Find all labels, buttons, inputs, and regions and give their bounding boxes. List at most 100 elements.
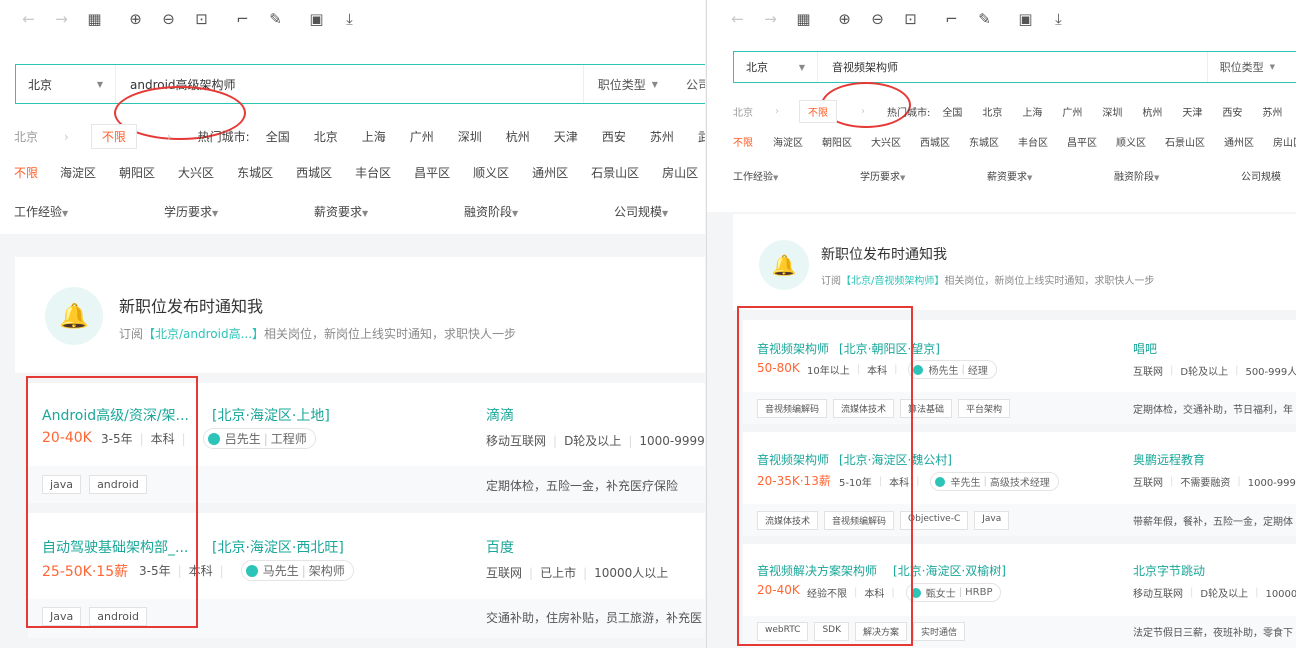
district-option[interactable]: 丰台区 bbox=[355, 164, 391, 181]
job-card[interactable]: 自动驾驶基础架构部_... [北京·海淀区·西北旺] 25-50K·15薪 3-… bbox=[28, 513, 705, 638]
download-icon[interactable]: ⤓ bbox=[1042, 7, 1075, 31]
job-card[interactable]: 音视频架构师 [北京·朝阳区·望京] 50-80K 10年以上 | 本科 | 杨先生… bbox=[743, 320, 1296, 424]
district-option[interactable]: 西城区 bbox=[920, 134, 950, 149]
recruiter-badge[interactable]: 杨先生 | 经理 bbox=[908, 360, 997, 379]
district-option[interactable]: 顺义区 bbox=[1116, 134, 1146, 149]
recruiter-badge[interactable]: 马先生 | 架构师 bbox=[240, 560, 354, 581]
job-card[interactable]: 音视频解决方案架构师 [北京·海淀区·双榆树] 20-40K 经验不限 | 本科 |… bbox=[743, 544, 1296, 648]
search-input[interactable]: android高级架构师 bbox=[116, 76, 583, 93]
company-name[interactable]: 百度 bbox=[486, 537, 514, 557]
district-option[interactable]: 东城区 bbox=[237, 164, 273, 181]
district-option[interactable]: 丰台区 bbox=[1018, 134, 1048, 149]
search-input[interactable]: 音视频架构师 bbox=[818, 59, 1207, 75]
district-option[interactable]: 海淀区 bbox=[773, 134, 803, 149]
back-icon[interactable]: ← bbox=[721, 7, 754, 31]
zoom-in-icon[interactable]: ⊕ bbox=[119, 7, 152, 31]
crop-icon[interactable]: ⌐ bbox=[226, 7, 259, 31]
job-type-select[interactable]: 职位类型 ▼ bbox=[582, 65, 672, 103]
hot-city[interactable]: 广州 bbox=[1062, 104, 1082, 119]
download-icon[interactable]: ⤓ bbox=[333, 7, 366, 31]
job-type-select[interactable]: 职位类型 ▼ bbox=[1206, 52, 1287, 82]
company-name[interactable]: 滴滴 bbox=[486, 405, 514, 425]
recruiter-badge[interactable]: 辛先生 | 高级技术经理 bbox=[930, 472, 1059, 491]
hot-city[interactable]: 武汉 bbox=[698, 128, 705, 145]
zoom-out-icon[interactable]: ⊖ bbox=[861, 7, 894, 31]
apps-grid-icon[interactable]: ▦ bbox=[787, 7, 820, 31]
district-option[interactable]: 石景山区 bbox=[591, 164, 639, 181]
funding-dropdown[interactable]: 融资阶段▼ bbox=[464, 203, 614, 220]
funding-dropdown[interactable]: 融资阶段▼ bbox=[1114, 168, 1241, 183]
district-option[interactable]: 房山区 bbox=[1273, 134, 1296, 149]
district-option-unlimited[interactable]: 不限 bbox=[14, 164, 38, 181]
job-card[interactable]: 音视频架构师 [北京·海淀区·魏公村] 20-35K·13薪 5-10年 | 本科… bbox=[743, 432, 1296, 536]
hot-city[interactable]: 杭州 bbox=[506, 128, 530, 145]
hot-city[interactable]: 西安 bbox=[602, 128, 626, 145]
apps-grid-icon[interactable]: ▦ bbox=[78, 7, 111, 31]
qr-icon[interactable]: ▣ bbox=[1009, 7, 1042, 31]
company-size-dropdown[interactable]: 公司规模▼ bbox=[614, 203, 704, 220]
district-option[interactable]: 昌平区 bbox=[1067, 134, 1097, 149]
hot-city[interactable]: 北京 bbox=[982, 104, 1002, 119]
job-title[interactable]: 自动驾驶基础架构部_... bbox=[42, 537, 188, 557]
hot-city[interactable]: 天津 bbox=[554, 128, 578, 145]
edit-icon[interactable]: ✎ bbox=[259, 7, 292, 31]
job-title[interactable]: 音视频架构师 bbox=[757, 451, 829, 468]
back-icon[interactable]: ← bbox=[12, 7, 45, 31]
district-option[interactable]: 房山区 bbox=[662, 164, 698, 181]
district-option[interactable]: 顺义区 bbox=[473, 164, 509, 181]
city-select[interactable]: 北京 ▼ bbox=[734, 52, 818, 82]
district-option[interactable]: 朝阳区 bbox=[119, 164, 155, 181]
company-name[interactable]: 北京字节跳动 bbox=[1133, 562, 1205, 579]
hot-city[interactable]: 苏州 bbox=[650, 128, 674, 145]
district-option[interactable]: 通州区 bbox=[532, 164, 568, 181]
crop-icon[interactable]: ⌐ bbox=[935, 7, 968, 31]
hot-city[interactable]: 深圳 bbox=[1102, 104, 1122, 119]
hot-city[interactable]: 北京 bbox=[314, 128, 338, 145]
subscription-keyword[interactable]: 【北京/android高...】 bbox=[143, 327, 264, 341]
city-option-unlimited[interactable]: 不限 bbox=[90, 124, 137, 149]
hot-city[interactable]: 广州 bbox=[410, 128, 434, 145]
company-size-dropdown[interactable]: 公司规模 bbox=[1241, 168, 1296, 183]
district-option[interactable]: 石景山区 bbox=[1165, 134, 1205, 149]
zoom-in-icon[interactable]: ⊕ bbox=[828, 7, 861, 31]
district-option[interactable]: 通州区 bbox=[1224, 134, 1254, 149]
experience-dropdown[interactable]: 工作经验▼ bbox=[733, 168, 860, 183]
job-card[interactable]: Android高级/资深/架... [北京·海淀区·上地] 20-40K 3-5… bbox=[28, 383, 705, 503]
district-option[interactable]: 海淀区 bbox=[60, 164, 96, 181]
forward-icon[interactable]: → bbox=[754, 7, 787, 31]
forward-icon[interactable]: → bbox=[45, 7, 78, 31]
recruiter-badge[interactable]: 甄女士 | HRBP bbox=[905, 583, 1002, 602]
hot-city[interactable]: 天津 bbox=[1182, 104, 1202, 119]
job-title[interactable]: 音视频解决方案架构师 bbox=[757, 562, 877, 579]
hot-city[interactable]: 苏州 bbox=[1262, 104, 1282, 119]
fit-width-icon[interactable]: ⊡ bbox=[894, 7, 927, 31]
job-alert-card[interactable]: 🔔 新职位发布时通知我 订阅【北京/音视频架构师】相关岗位，新岗位上线实时通知，… bbox=[733, 214, 1296, 310]
experience-dropdown[interactable]: 工作经验▼ bbox=[14, 203, 164, 220]
hot-city[interactable]: 深圳 bbox=[458, 128, 482, 145]
job-title[interactable]: Android高级/资深/架... bbox=[42, 405, 189, 425]
district-option-unlimited[interactable]: 不限 bbox=[733, 134, 753, 149]
company-select[interactable]: 公 bbox=[1287, 59, 1296, 75]
education-dropdown[interactable]: 学历要求▼ bbox=[860, 168, 987, 183]
hot-city[interactable]: 西安 bbox=[1222, 104, 1242, 119]
district-option[interactable]: 昌平区 bbox=[414, 164, 450, 181]
hot-city[interactable]: 上海 bbox=[362, 128, 386, 145]
company-name[interactable]: 唱吧 bbox=[1133, 340, 1157, 357]
company-select[interactable]: 公司: bbox=[672, 76, 705, 93]
company-name[interactable]: 奥鹏远程教育 bbox=[1133, 451, 1205, 468]
qr-icon[interactable]: ▣ bbox=[300, 7, 333, 31]
subscription-keyword[interactable]: 【北京/音视频架构师】 bbox=[841, 276, 944, 287]
salary-dropdown[interactable]: 薪资要求▼ bbox=[314, 203, 464, 220]
district-option[interactable]: 朝阳区 bbox=[822, 134, 852, 149]
job-alert-card[interactable]: 🔔 新职位发布时通知我 订阅【北京/android高...】相关岗位，新岗位上线… bbox=[15, 257, 705, 373]
district-option[interactable]: 西城区 bbox=[296, 164, 332, 181]
edit-icon[interactable]: ✎ bbox=[968, 7, 1001, 31]
salary-dropdown[interactable]: 薪资要求▼ bbox=[987, 168, 1114, 183]
hot-city[interactable]: 上海 bbox=[1022, 104, 1042, 119]
city-option-unlimited[interactable]: 不限 bbox=[799, 100, 837, 123]
job-title[interactable]: 音视频架构师 bbox=[757, 340, 829, 357]
recruiter-badge[interactable]: 吕先生 | 工程师 bbox=[202, 428, 316, 449]
district-option[interactable]: 东城区 bbox=[969, 134, 999, 149]
zoom-out-icon[interactable]: ⊖ bbox=[152, 7, 185, 31]
hot-city[interactable]: 杭州 bbox=[1142, 104, 1162, 119]
